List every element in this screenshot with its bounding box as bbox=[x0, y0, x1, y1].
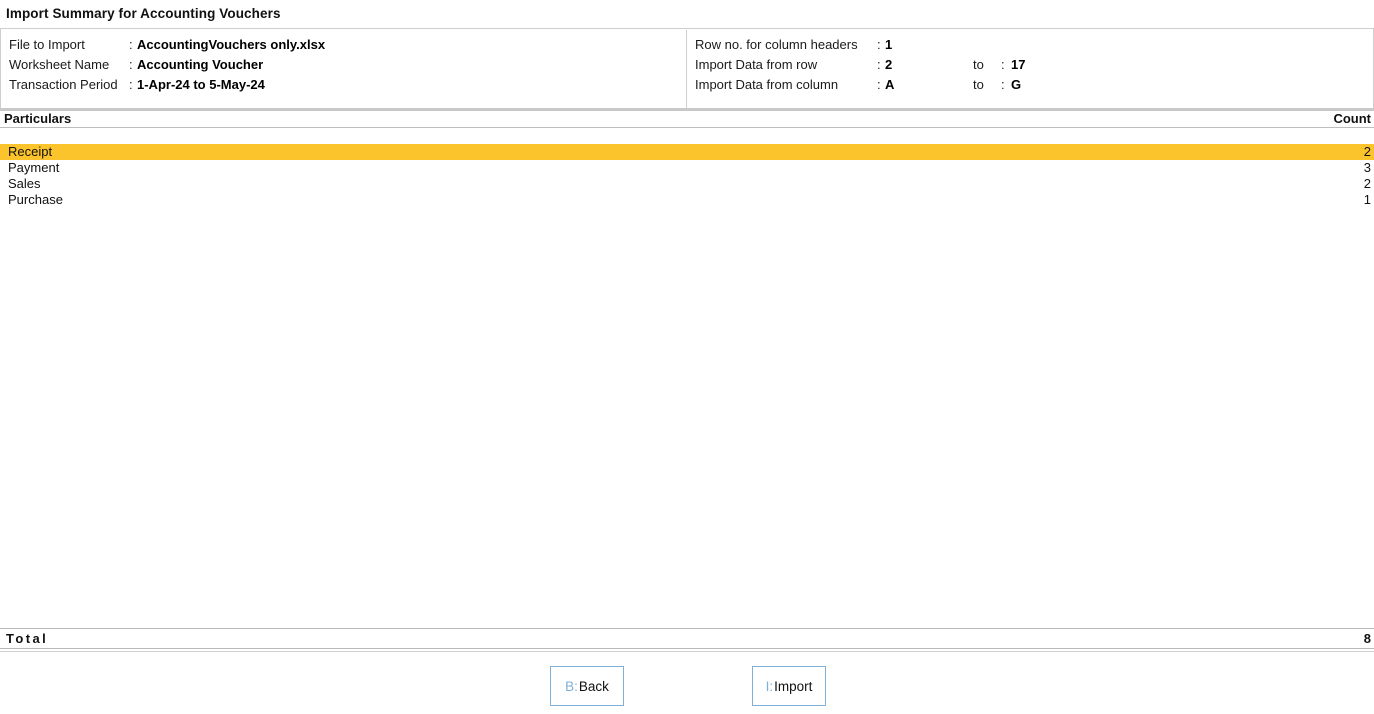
info-value-import-from-column: A bbox=[885, 77, 895, 92]
list-top-spacer bbox=[0, 128, 1374, 144]
table-row[interactable]: Payment 3 bbox=[0, 160, 1374, 176]
info-colon-transaction-period: : bbox=[129, 77, 133, 92]
back-button-label: Back bbox=[578, 678, 609, 694]
row-particulars: Sales bbox=[8, 176, 41, 191]
import-info-box: File to Import : AccountingVouchers only… bbox=[0, 28, 1374, 110]
info-value2-import-from-column: G bbox=[1011, 77, 1022, 92]
info-value-worksheet-name: Accounting Voucher bbox=[137, 57, 264, 72]
info-colon-header-row-no: : bbox=[877, 37, 881, 52]
row-count: 3 bbox=[1363, 160, 1371, 175]
column-header-count: Count bbox=[1333, 111, 1371, 126]
row-count: 2 bbox=[1363, 176, 1371, 191]
total-separator-bottom-1 bbox=[0, 648, 1374, 649]
back-button-accelerator: B: bbox=[565, 678, 578, 694]
import-button-accelerator: I: bbox=[765, 678, 774, 694]
import-button[interactable]: I: Import bbox=[752, 666, 826, 706]
import-info-right-panel: Row no. for column headers : 1 Import Da… bbox=[687, 29, 1374, 111]
info-label-file-to-import: File to Import bbox=[9, 37, 85, 52]
total-separator-bottom-2 bbox=[0, 651, 1374, 652]
row-count: 2 bbox=[1363, 144, 1371, 159]
back-button[interactable]: B: Back bbox=[550, 666, 624, 706]
info-value-header-row-no: 1 bbox=[885, 37, 893, 52]
info-to-import-from-column: to bbox=[973, 77, 984, 92]
row-count: 1 bbox=[1363, 192, 1371, 207]
info-colon-import-from-column: : bbox=[877, 77, 881, 92]
table-row[interactable]: Purchase 1 bbox=[0, 192, 1374, 208]
row-particulars: Payment bbox=[8, 160, 60, 175]
page-title: Import Summary for Accounting Vouchers bbox=[6, 6, 281, 21]
info-value-import-from-row: 2 bbox=[885, 57, 893, 72]
info-value-transaction-period: 1-Apr-24 to 5-May-24 bbox=[137, 77, 265, 92]
info-panel-divider bbox=[686, 30, 687, 108]
total-row: Total 8 bbox=[0, 629, 1374, 648]
info-label-transaction-period: Transaction Period bbox=[9, 77, 118, 92]
row-particulars: Purchase bbox=[8, 192, 63, 207]
info-colon-worksheet-name: : bbox=[129, 57, 133, 72]
import-button-label: Import bbox=[774, 678, 813, 694]
total-value: 8 bbox=[1363, 631, 1371, 646]
column-header-particulars: Particulars bbox=[4, 111, 72, 126]
import-info-left-panel: File to Import : AccountingVouchers only… bbox=[1, 29, 687, 111]
info-colon-file-to-import: : bbox=[129, 37, 133, 52]
info-label-import-from-row: Import Data from row bbox=[695, 57, 818, 72]
button-bar: B: Back I: Import bbox=[0, 664, 1374, 714]
row-particulars: Receipt bbox=[8, 144, 53, 159]
info-label-import-from-column: Import Data from column bbox=[695, 77, 839, 92]
info-colon-import-from-row: : bbox=[877, 57, 881, 72]
table-row[interactable]: Sales 2 bbox=[0, 176, 1374, 192]
info-value-file-to-import: AccountingVouchers only.xlsx bbox=[137, 37, 326, 52]
voucher-type-list[interactable]: Receipt 2 Payment 3 Sales 2 Purchase 1 bbox=[0, 128, 1374, 628]
table-row[interactable]: Receipt 2 bbox=[0, 144, 1374, 160]
info-to-import-from-row: to bbox=[973, 57, 984, 72]
info-label-header-row-no: Row no. for column headers bbox=[695, 37, 858, 52]
info-colon2-import-from-column: : bbox=[1001, 77, 1005, 92]
info-value2-import-from-row: 17 bbox=[1011, 57, 1026, 72]
total-label: Total bbox=[6, 631, 49, 646]
info-colon2-import-from-row: : bbox=[1001, 57, 1005, 72]
table-column-header: Particulars Count bbox=[0, 111, 1374, 128]
info-label-worksheet-name: Worksheet Name bbox=[9, 57, 110, 72]
